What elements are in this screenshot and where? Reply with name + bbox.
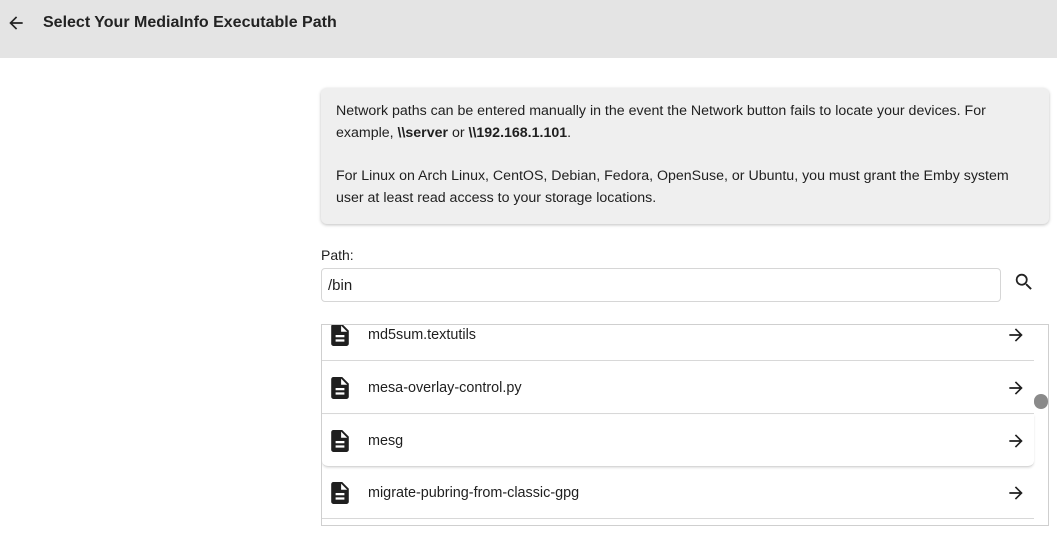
file-name: migrate-pubring-from-classic-gpg: [368, 484, 580, 501]
info-paragraph-network: Network paths can be entered manually in…: [336, 103, 986, 141]
arrow-right-icon[interactable]: [1006, 483, 1026, 503]
arrow-right-icon[interactable]: [1006, 378, 1026, 398]
file-name: mesg: [368, 432, 404, 449]
file-icon: [331, 481, 349, 504]
path-input[interactable]: [321, 268, 1001, 302]
file-list[interactable]: md5sum.textutils mesa-overlay-control.py…: [321, 324, 1049, 526]
page-header: Select Your MediaInfo Executable Path: [0, 0, 1057, 58]
network-path-info: Network paths can be entered manually in…: [321, 88, 1049, 224]
server-example: \\server: [397, 125, 449, 141]
info-paragraph-linux: For Linux on Arch Linux, CentOS, Debian,…: [336, 168, 1009, 206]
list-item[interactable]: mesg: [322, 415, 1034, 467]
list-item[interactable]: mesa-overlay-control.py: [322, 362, 1034, 414]
file-icon: [331, 429, 349, 452]
file-name: mesa-overlay-control.py: [368, 379, 522, 396]
path-label: Path:: [321, 247, 354, 263]
arrow-right-icon[interactable]: [1006, 431, 1026, 451]
list-item[interactable]: md5sum.textutils: [322, 325, 1034, 361]
ip-example: \\192.168.1.101: [468, 125, 568, 141]
scrollbar-thumb[interactable]: [1034, 394, 1048, 409]
arrow-right-icon[interactable]: [1006, 325, 1026, 345]
file-name: md5sum.textutils: [368, 326, 476, 343]
file-icon: [331, 376, 349, 399]
search-button[interactable]: [1012, 270, 1036, 294]
file-icon: [331, 325, 349, 346]
search-icon: [1015, 273, 1032, 290]
arrow-left-icon: [9, 16, 23, 30]
page-title: Select Your MediaInfo Executable Path: [43, 14, 337, 31]
back-button[interactable]: [4, 10, 28, 36]
list-item[interactable]: migrate-pubring-from-classic-gpg: [322, 467, 1034, 519]
